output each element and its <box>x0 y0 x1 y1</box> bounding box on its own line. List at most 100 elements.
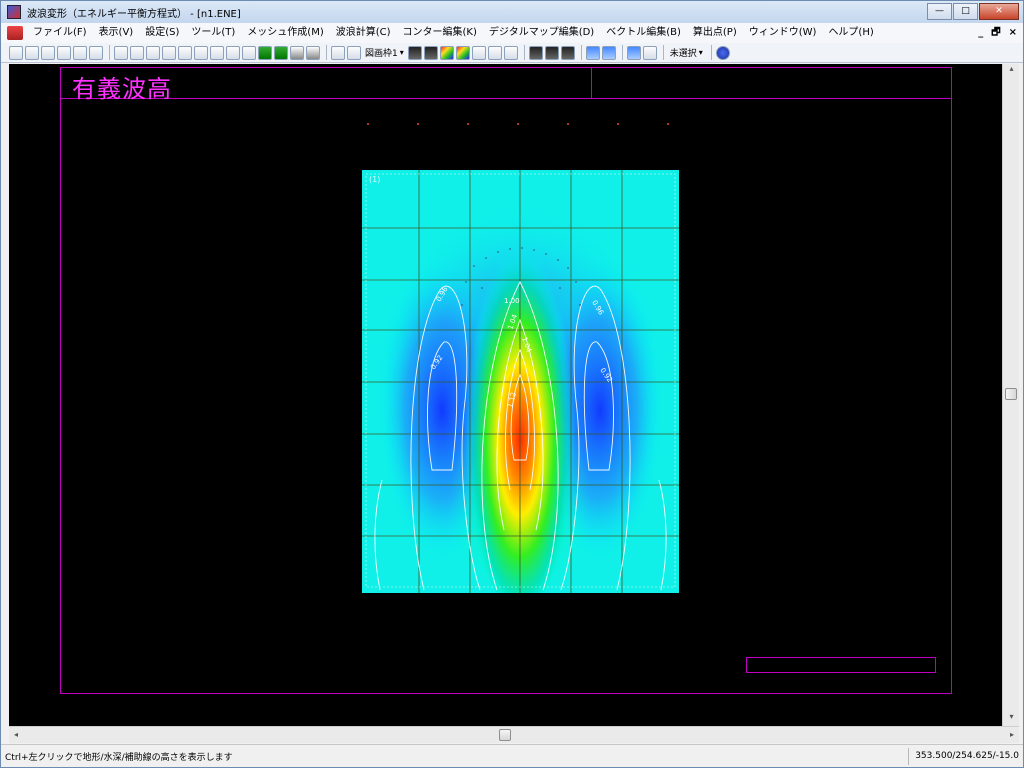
window-controls: — □ ✕ <box>927 3 1019 20</box>
app-icon <box>7 5 21 19</box>
header-divider <box>591 67 592 99</box>
toolbar-separator <box>662 45 664 60</box>
menu-bar: ファイル(F) 表示(V) 設定(S) ツール(T) メッシュ作成(M) 波浪計… <box>1 23 1023 43</box>
scroll-down-icon[interactable]: ▾ <box>1003 712 1020 726</box>
vertical-scroll-thumb[interactable] <box>1005 388 1017 400</box>
mesh-calc-icon[interactable] <box>560 45 575 60</box>
print-preview-icon[interactable] <box>89 45 103 60</box>
menu-tools[interactable]: ツール(T) <box>185 23 241 43</box>
marker-dot <box>667 123 669 125</box>
import-icon[interactable] <box>642 45 657 60</box>
zoom-previous-icon[interactable] <box>210 45 224 60</box>
menu-file[interactable]: ファイル(F) <box>27 23 93 43</box>
shade-map-icon[interactable] <box>290 45 304 60</box>
wave-height-contour-plot[interactable]: (1) 0.96 0.96 1.00 0.92 0.92 1.04 1.04 1… <box>362 170 679 593</box>
contour-label: 1.00 <box>504 297 520 305</box>
depth-map-icon[interactable] <box>274 45 288 60</box>
toolbar-separator <box>109 45 110 60</box>
mesh-view-icon[interactable] <box>544 45 559 60</box>
open-folder-icon[interactable] <box>25 45 39 60</box>
edit-icon[interactable] <box>57 45 71 60</box>
print-icon[interactable] <box>73 45 87 60</box>
maximize-button[interactable]: □ <box>953 3 978 20</box>
drawing-frame-header <box>60 67 952 99</box>
toolbar: 図画枠1 ▾ 未選択 ▾ <box>1 43 1023 63</box>
plot-label: (1) <box>369 175 380 184</box>
color-legend-icon[interactable] <box>455 45 470 60</box>
point-plot-icon[interactable] <box>503 45 518 60</box>
status-message: Ctrl+左クリックで地形/水深/補助線の高さを表示します <box>5 752 233 763</box>
pan-hand-icon[interactable] <box>146 45 160 60</box>
selection-selector[interactable]: 未選択 <box>670 46 697 59</box>
color-map-icon[interactable] <box>439 45 454 60</box>
menu-help[interactable]: ヘルプ(H) <box>822 23 879 43</box>
vector-plot-icon[interactable] <box>471 45 486 60</box>
mdi-close-button[interactable]: × <box>1009 23 1017 43</box>
toolbar-separator <box>710 45 712 60</box>
horizontal-scroll-thumb[interactable] <box>499 729 511 741</box>
marker-dot <box>617 123 619 125</box>
grid-icon[interactable] <box>242 45 256 60</box>
selection-dropdown-icon[interactable]: ▾ <box>699 48 703 57</box>
export-icon[interactable] <box>626 45 641 60</box>
mesh-edit-icon[interactable] <box>528 45 543 60</box>
close-button[interactable]: ✕ <box>979 3 1019 20</box>
zoom-all-icon[interactable] <box>162 45 176 60</box>
new-file-icon[interactable] <box>9 45 23 60</box>
frame-settings-icon[interactable] <box>347 45 361 60</box>
document-menu-icon[interactable] <box>7 26 23 40</box>
zoom-in-icon[interactable] <box>114 45 128 60</box>
zoom-fit-icon[interactable] <box>178 45 192 60</box>
zoom-window-icon[interactable] <box>194 45 208 60</box>
drawing-title: 有義波高 <box>72 75 172 103</box>
contour-fill-icon[interactable] <box>423 45 438 60</box>
menu-contour-edit[interactable]: コンター編集(K) <box>397 23 483 43</box>
toolbar-separator <box>580 45 582 60</box>
scroll-left-icon[interactable]: ◂ <box>9 728 23 742</box>
toolbar-separator <box>326 45 327 60</box>
magnifier-icon[interactable] <box>226 45 240 60</box>
contour-dark-icon[interactable] <box>407 45 422 60</box>
layer-list-icon[interactable] <box>331 45 345 60</box>
bar-plot-icon[interactable] <box>487 45 502 60</box>
terrain-map-icon[interactable] <box>258 45 272 60</box>
scroll-right-icon[interactable]: ▸ <box>1005 728 1019 742</box>
marker-dot <box>367 123 369 125</box>
marker-dot <box>467 123 469 125</box>
vertical-scrollbar[interactable]: ▴ ▾ <box>1002 64 1019 726</box>
marker-dot <box>517 123 519 125</box>
marker-dots <box>367 123 687 126</box>
save-icon[interactable] <box>41 45 55 60</box>
menu-wave-calc[interactable]: 波浪計算(C) <box>330 23 397 43</box>
menu-settings[interactable]: 設定(S) <box>139 23 185 43</box>
toolbar-separator <box>523 45 525 60</box>
zoom-out-icon[interactable] <box>130 45 144 60</box>
window-title: 波浪変形（エネルギー平衡方程式） - [n1.ENE] <box>27 8 241 20</box>
menu-view[interactable]: 表示(V) <box>93 23 140 43</box>
drawing-canvas[interactable]: 有義波高 (1) 0.96 0.96 1.00 0.92 0.92 1.04 1… <box>9 64 1002 726</box>
legend-box <box>746 657 936 673</box>
menu-output-points[interactable]: 算出点(P) <box>687 23 743 43</box>
marker-dot <box>567 123 569 125</box>
minimize-button[interactable]: — <box>927 3 952 20</box>
frame-selector[interactable]: 図画枠1 <box>365 46 398 59</box>
frame-selector-dropdown-icon[interactable]: ▾ <box>400 48 404 57</box>
marker-dot <box>417 123 419 125</box>
menu-vector-edit[interactable]: ベクトル編集(B) <box>600 23 687 43</box>
help-icon[interactable] <box>715 45 730 60</box>
scroll-up-icon[interactable]: ▴ <box>1003 64 1020 78</box>
mdi-minimize-button[interactable]: _ <box>978 23 983 43</box>
mdi-controls: _ 🗗 × <box>978 23 1017 43</box>
table-icon[interactable] <box>601 45 616 60</box>
title-bar: 波浪変形（エネルギー平衡方程式） - [n1.ENE] — □ ✕ <box>1 1 1023 23</box>
gray-map-icon[interactable] <box>306 45 320 60</box>
mdi-restore-button[interactable]: 🗗 <box>991 23 1000 43</box>
menu-mesh[interactable]: メッシュ作成(M) <box>241 23 329 43</box>
horizontal-scrollbar[interactable]: ◂ ▸ <box>9 726 1019 743</box>
toolbar-separator <box>621 45 623 60</box>
menu-window[interactable]: ウィンドウ(W) <box>743 23 823 43</box>
chart-icon[interactable] <box>585 45 600 60</box>
menu-digital-map[interactable]: デジタルマップ編集(D) <box>483 23 600 43</box>
status-coordinates: 353.500/254.625/-15.0 <box>908 747 1019 765</box>
status-bar: Ctrl+左クリックで地形/水深/補助線の高さを表示します 353.500/25… <box>1 744 1023 767</box>
